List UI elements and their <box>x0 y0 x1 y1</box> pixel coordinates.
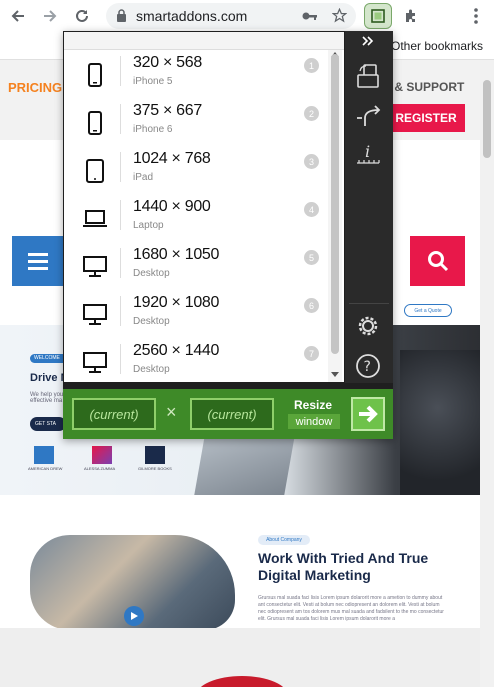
preset-list-scroll-thumb[interactable] <box>331 54 339 354</box>
nav-pricing[interactable]: PRICING <box>8 80 62 95</box>
preset-size: 1024 × 768 <box>133 150 211 167</box>
side-toolbar: i ? <box>345 31 393 383</box>
phone-icon <box>82 62 108 88</box>
client-logo-label: GILMORE BOOKS <box>138 466 172 471</box>
preset-shortcut-number: 1 <box>304 58 319 73</box>
chrome-menu-icon[interactable] <box>464 4 488 28</box>
preset-shortcut-number: 7 <box>304 346 319 361</box>
svg-text:i: i <box>365 142 370 161</box>
help-icon[interactable]: ? <box>353 351 383 381</box>
preset-size: 375 × 667 <box>133 102 202 119</box>
preset-separator <box>120 152 121 182</box>
preset-separator <box>120 248 121 278</box>
times-sign: × <box>166 402 177 422</box>
tablet-icon <box>82 158 108 184</box>
page-scrollbar-thumb[interactable] <box>483 80 491 158</box>
preset-shortcut-number: 3 <box>304 154 319 169</box>
height-input[interactable]: (current) <box>190 398 274 430</box>
lock-icon <box>116 9 127 27</box>
preset-label: iPhone 6 <box>133 124 173 135</box>
preset-item[interactable]: 1680 × 1050 Desktop 5 <box>64 242 330 290</box>
preset-shortcut-number: 6 <box>304 298 319 313</box>
preset-label: iPhone 5 <box>133 76 173 87</box>
export-arrow-icon[interactable] <box>353 101 383 131</box>
monitor-icon <box>82 350 108 376</box>
client-logo-label: AMERICAN DREW <box>28 466 63 471</box>
preset-item[interactable]: 2560 × 1440 Desktop 7 <box>64 338 330 382</box>
window-label: window <box>288 414 340 429</box>
window-resizer-extension-icon[interactable] <box>364 3 392 29</box>
width-input[interactable]: (current) <box>72 398 156 430</box>
preset-separator <box>120 200 121 230</box>
preset-item[interactable]: 1440 × 900 Laptop 4 <box>64 194 330 242</box>
preset-shortcut-number: 2 <box>304 106 319 121</box>
preset-label: Desktop <box>133 268 170 279</box>
other-bookmarks[interactable]: Other bookmarks <box>391 39 483 53</box>
about-text: Grursus mal suada faci lisis Lorem ipsum… <box>258 595 444 622</box>
preset-label: Desktop <box>133 364 170 375</box>
laptop-photo <box>194 430 296 495</box>
about-title: Work With Tried And True Digital Marketi… <box>258 550 429 583</box>
rotate-viewport-icon[interactable] <box>353 61 383 91</box>
get-quote-button[interactable]: Get a Quote <box>404 304 452 317</box>
search-icon[interactable] <box>410 236 465 286</box>
reload-icon[interactable] <box>70 4 94 28</box>
preset-item[interactable]: 1920 × 1080 Desktop 6 <box>64 290 330 338</box>
preset-size: 320 × 568 <box>133 54 202 71</box>
resize-label: Resize <box>293 398 333 412</box>
preset-shortcut-number: 4 <box>304 202 319 217</box>
preset-shortcut-number: 5 <box>304 250 319 265</box>
preset-item[interactable]: 320 × 568 iPhone 5 1 <box>64 50 330 98</box>
url-text: smartaddons.com <box>136 8 248 24</box>
laptop-icon <box>82 206 108 232</box>
forward-icon[interactable] <box>38 4 62 28</box>
star-icon[interactable] <box>331 7 348 28</box>
client-logo <box>145 446 165 464</box>
popup-topbar <box>64 32 344 50</box>
info-ruler-icon[interactable]: i <box>353 139 383 169</box>
register-button[interactable]: REGISTER <box>387 104 465 132</box>
preset-separator <box>120 296 121 326</box>
preset-list: 320 × 568 iPhone 5 1 375 × 667 iPhone 6 2 1024… <box>64 50 344 382</box>
nav-support[interactable]: S & SUPPORT <box>383 80 464 94</box>
preset-separator <box>120 344 121 374</box>
preset-item[interactable]: 375 × 667 iPhone 6 2 <box>64 98 330 146</box>
key-icon[interactable] <box>302 9 318 28</box>
preset-separator <box>120 104 121 134</box>
svg-text:?: ? <box>364 359 371 375</box>
browser-toolbar: smartaddons.com <box>0 0 494 32</box>
hero-badge-text: WELCOME <box>34 355 60 361</box>
settings-gear-icon[interactable] <box>353 311 383 341</box>
monitor-icon <box>82 302 108 328</box>
preset-label: Desktop <box>133 316 170 327</box>
monitor-icon <box>82 254 108 280</box>
preset-item[interactable]: 1024 × 768 iPad 3 <box>64 146 330 194</box>
back-icon[interactable] <box>6 4 30 28</box>
hero-cta-button[interactable]: GET STA <box>30 417 66 431</box>
preset-separator <box>120 56 121 86</box>
toolbar-divider <box>349 303 389 304</box>
arrow-right-icon <box>359 405 378 423</box>
phone-icon <box>82 110 108 136</box>
resize-go-button[interactable] <box>351 397 385 431</box>
preset-size: 1920 × 1080 <box>133 294 220 311</box>
preset-label: Laptop <box>133 220 164 231</box>
client-logo <box>34 446 54 464</box>
about-pill: About Company <box>258 535 310 545</box>
preset-label: iPad <box>133 172 154 183</box>
preset-size: 2560 × 1440 <box>133 342 220 359</box>
client-logo-label: ALESSA ZUMMA <box>84 466 116 471</box>
expand-arrows-icon[interactable] <box>353 31 383 51</box>
client-logo <box>92 446 112 464</box>
extensions-puzzle-icon[interactable] <box>399 4 423 28</box>
preset-size: 1440 × 900 <box>133 198 211 215</box>
hamburger-menu-icon[interactable] <box>12 236 64 286</box>
preset-size: 1680 × 1050 <box>133 246 220 263</box>
address-bar[interactable]: smartaddons.com <box>106 3 356 29</box>
play-icon[interactable] <box>124 606 144 626</box>
